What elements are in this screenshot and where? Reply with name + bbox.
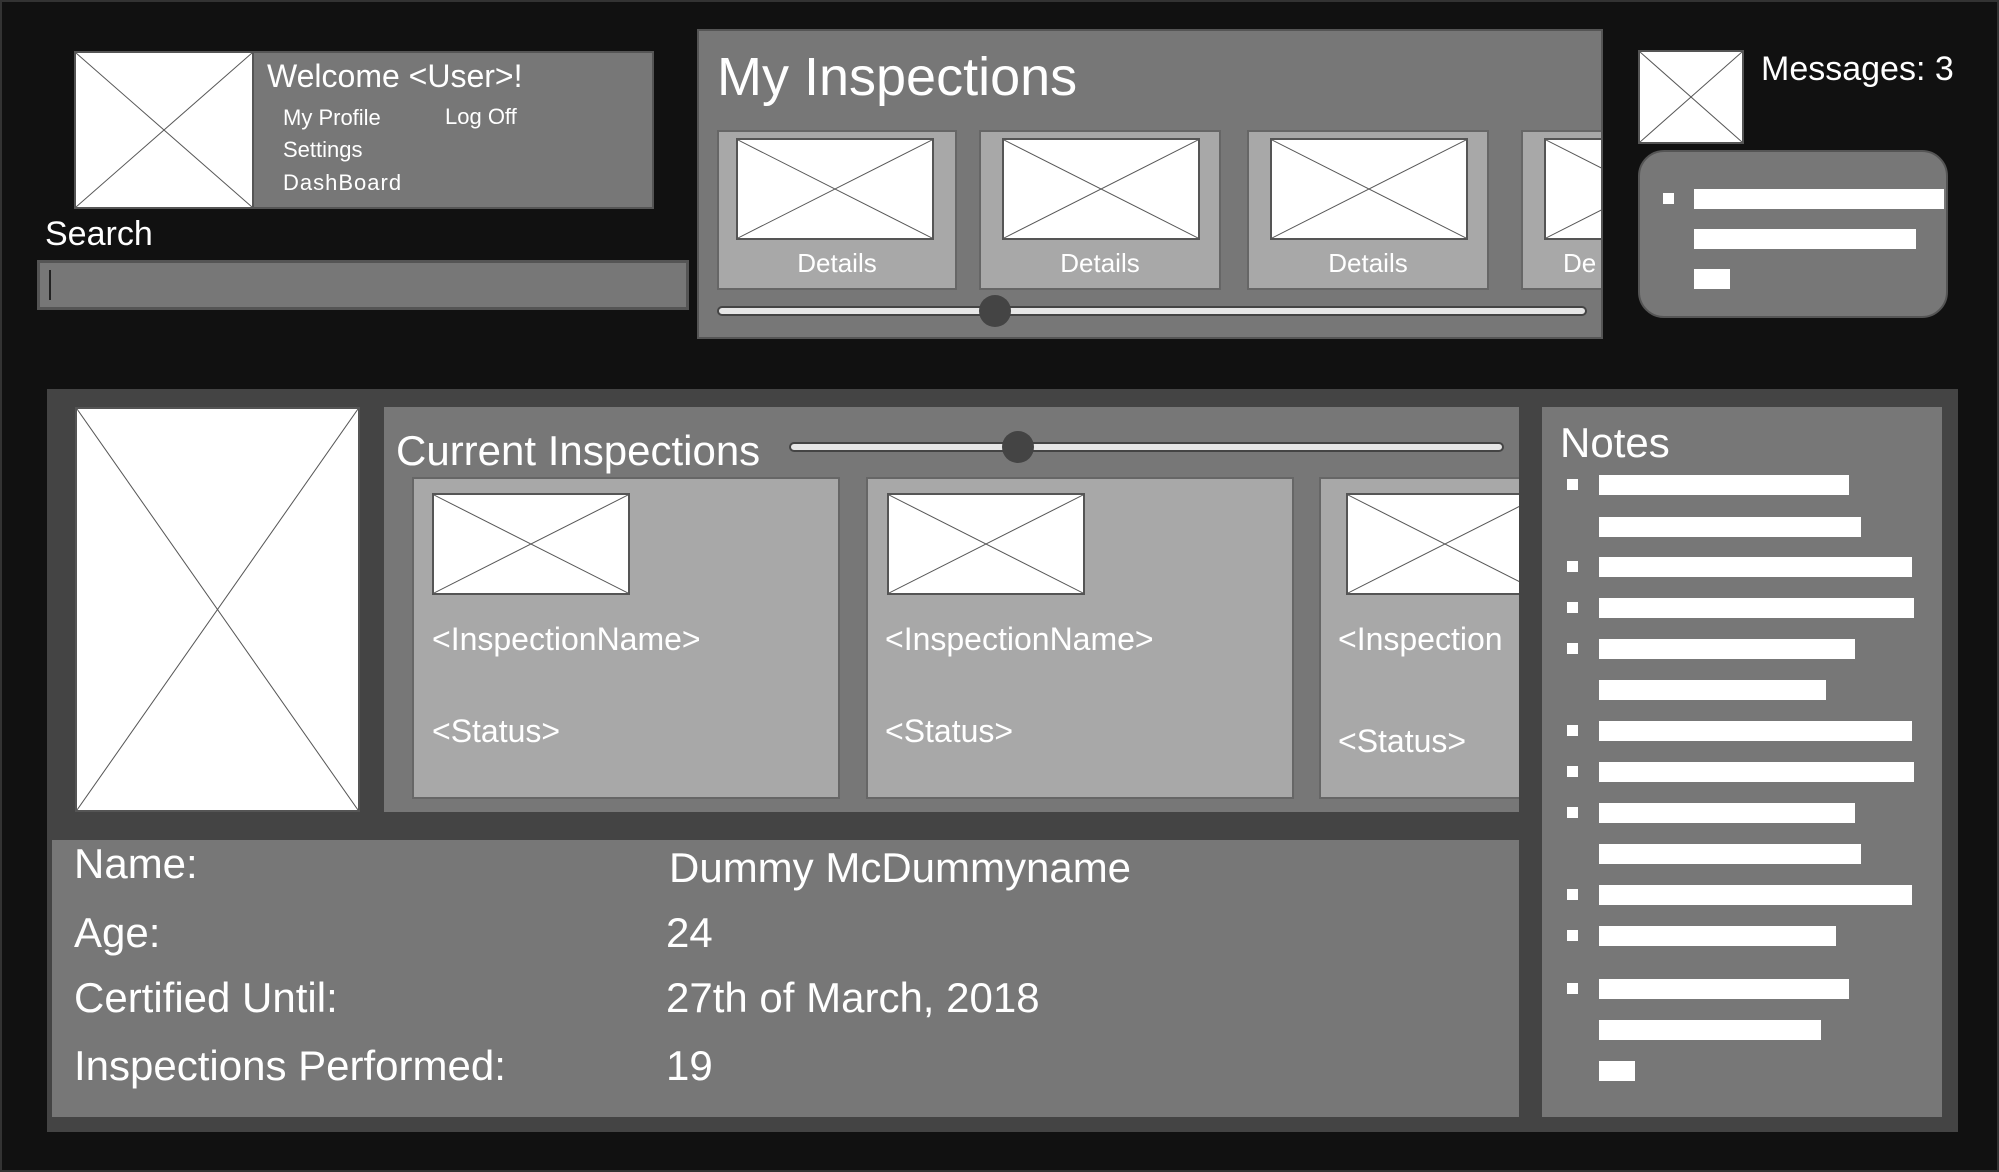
certified-until-label: Certified Until: [74,974,338,1021]
settings-link[interactable]: Settings [283,137,363,163]
my-inspections-title: My Inspections [717,47,1078,107]
details-link[interactable]: Details [981,248,1219,279]
details-link[interactable]: Details [719,248,955,279]
welcome-text: Welcome <User>! [267,58,523,94]
inspection-thumbnail [432,493,630,595]
name-label: Name: [74,840,198,887]
current-inspections-panel: Current Inspections <InspectionName> <St… [384,407,1519,812]
inspection-card[interactable]: De [1521,130,1601,290]
message-line [1694,269,1730,289]
inspection-thumbnail [1002,138,1200,240]
note-line [1599,639,1855,659]
age-label: Age: [74,909,161,956]
inspection-thumbnail [1270,138,1468,240]
my-inspections-panel: My Inspections Details Details Details D… [697,29,1603,339]
note-bullet [1567,561,1578,572]
log-off-link[interactable]: Log Off [445,104,517,130]
note-line [1599,475,1849,495]
search-input[interactable] [37,260,689,310]
inspection-card[interactable]: Details [1247,130,1489,290]
note-line [1599,762,1914,782]
messages-count[interactable]: Messages: 3 [1761,50,1954,89]
inspector-details-panel: Name: Dummy McDummyname Age: 24 Certifie… [52,840,1519,1117]
inspection-status: <Status> [1338,723,1467,759]
note-line [1599,680,1826,700]
current-inspections-slider-knob[interactable] [1001,431,1034,463]
certified-until-value: 27th of March, 2018 [666,974,1040,1021]
inspection-card[interactable]: Details [979,130,1221,290]
inspection-status: <Status> [432,713,561,749]
note-bullet [1567,766,1578,777]
note-bullet [1567,602,1578,613]
name-value: Dummy McDummyname [669,844,1132,891]
note-line [1599,598,1914,618]
inspection-thumbnail [1544,138,1601,240]
user-avatar[interactable] [74,51,254,209]
note-line [1599,517,1861,537]
note-bullet [1567,725,1578,736]
message-bullet [1663,193,1674,204]
note-bullet [1567,930,1578,941]
note-line [1599,844,1861,864]
note-line [1599,979,1849,999]
inspections-performed-value: 19 [666,1042,713,1089]
notes-title: Notes [1560,419,1670,466]
inspection-card[interactable]: Details [717,130,957,290]
note-bullet [1567,889,1578,900]
message-line [1694,189,1944,209]
inspector-photo [75,407,360,812]
app-canvas: Welcome <User>! My Profile Log Off Setti… [0,0,1999,1172]
text-cursor [49,270,51,300]
my-profile-link[interactable]: My Profile [283,105,381,131]
messages-icon[interactable] [1638,50,1744,144]
inspection-name: <Inspection [1338,621,1503,657]
inspection-thumbnail [1346,493,1519,595]
inspections-performed-label: Inspections Performed: [74,1042,506,1089]
current-inspections-title: Current Inspections [396,427,761,474]
note-line [1599,885,1912,905]
current-inspection-card[interactable]: <Inspection <Status> [1319,477,1519,799]
my-inspections-slider-track[interactable] [717,306,1587,316]
note-line [1599,926,1836,946]
inspection-name: <InspectionName> [885,621,1154,657]
inspection-status: <Status> [885,713,1014,749]
inspection-thumbnail [887,493,1085,595]
current-inspections-slider-track[interactable] [789,442,1504,452]
search-label: Search [45,215,153,253]
message-line [1694,229,1916,249]
details-link[interactable]: De [1563,248,1596,279]
note-line [1599,1061,1635,1081]
note-line [1599,721,1912,741]
note-bullet [1567,983,1578,994]
current-inspection-card[interactable]: <InspectionName> <Status> [866,477,1294,799]
note-line [1599,1020,1821,1040]
details-link[interactable]: Details [1249,248,1487,279]
notes-panel: Notes [1542,407,1942,1117]
my-inspections-slider-knob[interactable] [979,295,1012,327]
note-bullet [1567,643,1578,654]
note-bullet [1567,479,1578,490]
note-bullet [1567,807,1578,818]
inspection-name: <InspectionName> [432,621,701,657]
note-line [1599,557,1912,577]
note-line [1599,803,1855,823]
inspection-thumbnail [736,138,934,240]
message-preview-bubble[interactable] [1638,150,1948,318]
current-inspection-card[interactable]: <InspectionName> <Status> [412,477,840,799]
age-value: 24 [666,909,713,956]
dashboard-link[interactable]: DashBoard [283,170,402,196]
